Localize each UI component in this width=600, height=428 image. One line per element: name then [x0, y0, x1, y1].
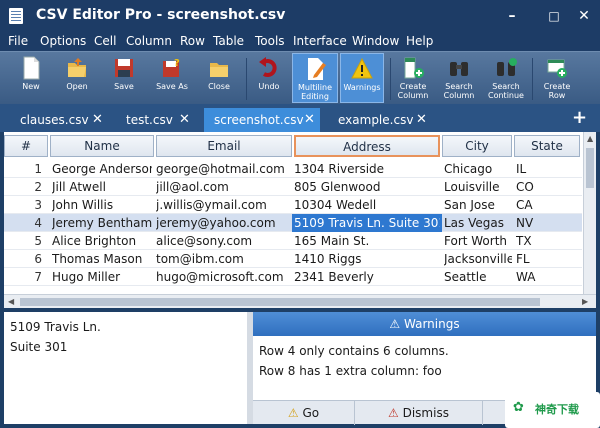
close-window-button[interactable]: ✕ [575, 7, 593, 25]
close-tab-icon[interactable]: ✕ [92, 108, 103, 132]
close-folder-icon [210, 63, 228, 77]
close-tab-icon[interactable]: ✕ [416, 108, 427, 132]
column-header-city[interactable]: City [442, 135, 512, 157]
svg-text:?: ? [174, 58, 180, 69]
selected-cell[interactable]: 5109 Travis Ln. Suite 301 [292, 214, 442, 232]
column-header-email[interactable]: Email [156, 135, 292, 157]
file-tabs: clauses.csv ✕ test.csv ✕ screenshot.csv … [0, 104, 600, 132]
save-disk-icon [115, 59, 133, 77]
multiline-edit-icon [308, 58, 326, 80]
search-column-button[interactable]: Search Column [440, 53, 478, 103]
toolbar-separator [246, 58, 247, 100]
menu-table[interactable]: Table [213, 34, 244, 48]
warnings-button[interactable]: Warnings [340, 53, 384, 103]
scroll-thumb[interactable] [586, 148, 594, 188]
warnings-header: ⚠ Warnings [253, 312, 596, 336]
column-header-address[interactable]: Address [294, 135, 440, 157]
scroll-thumb[interactable] [20, 298, 540, 306]
table-row[interactable]: 1 George Anderson george@hotmail.com 130… [4, 160, 582, 178]
menu-column[interactable]: Column [126, 34, 172, 48]
search-continue-button[interactable]: Search Continue [486, 53, 526, 103]
vertical-scrollbar[interactable]: ▲ [583, 132, 596, 294]
dismiss-button[interactable]: ⚠ Dismiss [355, 401, 483, 425]
go-button[interactable]: ⚠ Go [253, 401, 355, 425]
horizontal-scrollbar[interactable]: ◀ ▶ [4, 294, 596, 308]
editor-line[interactable]: 5109 Travis Ln. [10, 320, 101, 334]
scroll-left-icon[interactable]: ◀ [8, 297, 14, 306]
close-file-button[interactable]: Close [202, 53, 236, 103]
close-tab-icon[interactable]: ✕ [179, 108, 190, 132]
scroll-up-icon[interactable]: ▲ [587, 134, 593, 143]
open-button[interactable]: Open [60, 53, 94, 103]
warning-item[interactable]: Row 4 only contains 6 columns. [259, 344, 449, 358]
table-row[interactable]: 2 Jill Atwell jill@aol.com 805 Glenwood … [4, 178, 582, 196]
tab-screenshot[interactable]: screenshot.csv ✕ [204, 108, 320, 132]
multiline-editor[interactable]: 5109 Travis Ln. Suite 301 [4, 312, 247, 424]
menu-row[interactable]: Row [180, 34, 205, 48]
menu-bar: File Options Cell Column Row Table Tools… [0, 32, 600, 51]
binoculars-continue-icon [497, 58, 517, 76]
menu-window[interactable]: Window [352, 34, 399, 48]
menu-tools[interactable]: Tools [255, 34, 285, 48]
tab-example[interactable]: example.csv ✕ [328, 108, 432, 132]
watermark-icon: ✿ [513, 400, 524, 415]
toolbar-separator [532, 58, 533, 100]
tab-clauses[interactable]: clauses.csv ✕ [10, 108, 110, 132]
menu-interface[interactable]: Interface [293, 34, 347, 48]
menu-help[interactable]: Help [406, 34, 433, 48]
watermark-logo: ✿ 神奇下载 [505, 392, 600, 428]
table-row[interactable]: 7 Hugo Miller hugo@microsoft.com 2341 Be… [4, 268, 582, 286]
minimize-button[interactable]: – [503, 7, 521, 25]
go-icon: ⚠ [287, 406, 299, 420]
window-title: CSV Editor Pro - screenshot.csv [36, 7, 286, 23]
add-tab-icon[interactable]: + [572, 107, 587, 128]
title-bar: CSV Editor Pro - screenshot.csv – □ ✕ [0, 0, 600, 32]
create-row-button[interactable]: Create Row [538, 53, 576, 103]
editor-line[interactable]: Suite 301 [10, 340, 67, 354]
column-header-name[interactable]: Name [50, 135, 154, 157]
app-icon [9, 8, 23, 24]
create-column-button[interactable]: Create Column [394, 53, 432, 103]
menu-file[interactable]: File [8, 34, 28, 48]
table-row[interactable]: 6 Thomas Mason tom@ibm.com 1410 Riggs Ja… [4, 250, 582, 268]
multiline-editing-button[interactable]: Multiline Editing [292, 53, 338, 103]
binoculars-icon [450, 62, 468, 76]
create-column-icon [404, 57, 424, 79]
table-row[interactable]: 3 John Willis j.willis@ymail.com 10304 W… [4, 196, 582, 214]
tab-test[interactable]: test.csv ✕ [116, 108, 200, 132]
scroll-right-icon[interactable]: ▶ [582, 297, 588, 306]
data-grid: # Name Email Address City State 1 George… [4, 132, 596, 308]
undo-button[interactable]: Undo [252, 53, 286, 103]
close-tab-icon[interactable]: ✕ [304, 108, 315, 132]
warning-icon [351, 57, 373, 79]
dismiss-icon: ⚠ [388, 406, 399, 420]
new-file-icon [23, 56, 40, 80]
save-as-button[interactable]: ? Save As [153, 53, 191, 103]
save-as-icon: ? [163, 58, 180, 77]
new-button[interactable]: New [14, 53, 48, 103]
maximize-button[interactable]: □ [545, 7, 563, 25]
toolbar-separator [390, 58, 391, 100]
column-header-number[interactable]: # [4, 135, 48, 157]
warning-item[interactable]: Row 8 has 1 extra column: foo [259, 364, 442, 378]
table-row[interactable]: 5 Alice Brighton alice@sony.com 165 Main… [4, 232, 582, 250]
open-folder-icon [68, 58, 86, 77]
menu-options[interactable]: Options [40, 34, 86, 48]
column-header-state[interactable]: State [514, 135, 580, 157]
save-button[interactable]: Save [107, 53, 141, 103]
table-row-selected[interactable]: 4 Jeremy Bentham jeremy@yahoo.com 5109 T… [4, 214, 582, 232]
undo-icon [259, 57, 277, 77]
toolbar: New Open Save ? Save As Close Undo Multi… [0, 51, 600, 104]
menu-cell[interactable]: Cell [94, 34, 116, 48]
create-row-icon [547, 59, 567, 78]
warning-icon: ⚠ [389, 317, 401, 331]
